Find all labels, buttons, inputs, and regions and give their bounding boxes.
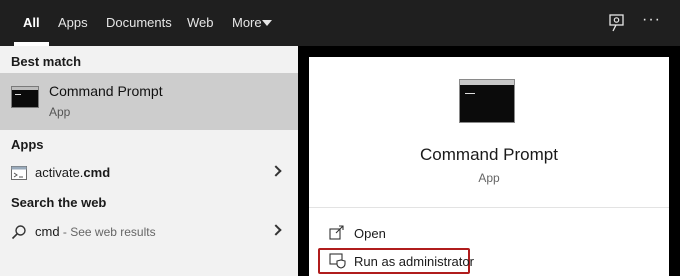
tab-apps[interactable]: Apps xyxy=(58,0,88,46)
tab-more[interactable]: More xyxy=(232,0,278,46)
command-prompt-icon xyxy=(11,86,39,108)
list-item-activate-cmd[interactable]: activate.cmd xyxy=(0,156,298,190)
search-icon xyxy=(11,225,26,240)
best-match-heading: Best match xyxy=(11,54,82,69)
tab-web-label: Web xyxy=(187,15,214,30)
search-web-heading: Search the web xyxy=(11,195,107,210)
run-as-administrator-label: Run as administrator xyxy=(354,254,474,269)
apps-heading: Apps xyxy=(11,137,44,152)
preview-subtitle: App xyxy=(478,171,500,185)
tab-all-label: All xyxy=(23,15,40,30)
chevron-right-icon[interactable] xyxy=(270,224,282,236)
search-window: All Apps Documents Web More ··· Best mat… xyxy=(0,0,680,276)
tab-documents[interactable]: Documents xyxy=(106,0,172,46)
script-file-icon xyxy=(11,166,27,180)
chevron-down-icon xyxy=(262,20,272,26)
preview-pane: Command Prompt App Open Run as administr… xyxy=(309,57,669,276)
tab-apps-label: Apps xyxy=(58,15,88,30)
tab-documents-label: Documents xyxy=(106,15,172,30)
tab-all[interactable]: All xyxy=(14,0,49,46)
best-match-subtitle: App xyxy=(49,105,71,119)
results-list: Best match Command Prompt App Apps activ… xyxy=(0,46,298,276)
open-icon xyxy=(329,225,344,240)
web-result-label: cmd - See web results xyxy=(35,224,156,239)
app-result-match: cmd xyxy=(83,165,111,180)
open-label: Open xyxy=(354,226,386,241)
divider xyxy=(309,207,669,208)
best-match-title: Command Prompt xyxy=(49,83,163,99)
chevron-right-icon[interactable] xyxy=(270,165,282,177)
best-match-item[interactable]: Command Prompt App xyxy=(0,73,298,130)
app-result-name: activate. xyxy=(35,165,84,180)
feedback-icon[interactable] xyxy=(605,11,629,35)
preview-title: Command Prompt xyxy=(420,145,558,164)
search-scope-bar: All Apps Documents Web More ··· xyxy=(0,0,680,46)
list-item-web-cmd[interactable]: cmd - See web results xyxy=(0,215,298,249)
tab-more-label: More xyxy=(232,15,262,30)
web-result-query: cmd xyxy=(35,224,60,239)
shield-icon xyxy=(329,253,346,269)
app-result-label: activate.cmd xyxy=(35,165,110,180)
ellipsis-icon[interactable]: ··· xyxy=(642,8,664,32)
web-result-suffix: - See web results xyxy=(59,225,156,239)
command-prompt-icon xyxy=(459,79,515,123)
tab-web[interactable]: Web xyxy=(187,0,214,46)
